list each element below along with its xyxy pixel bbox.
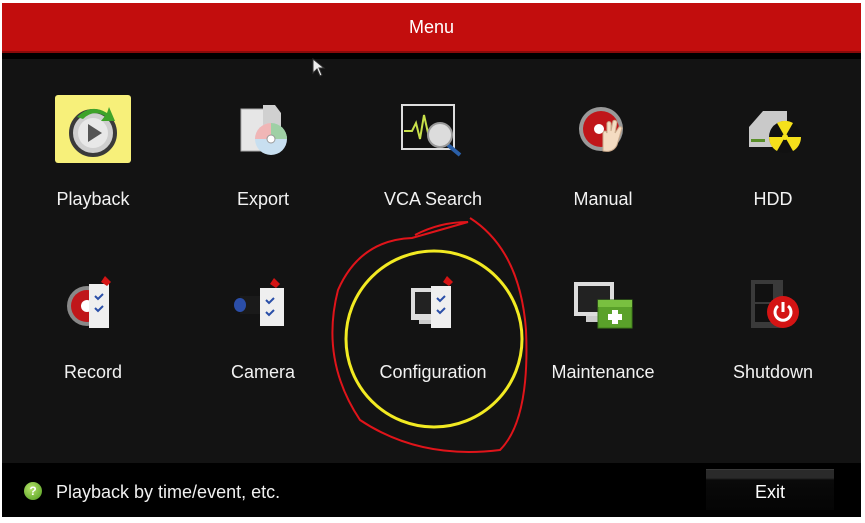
status-hint: Playback by time/event, etc. [56, 482, 281, 502]
vca-search-icon [393, 95, 473, 167]
menu-item-hdd[interactable]: HDD [688, 59, 858, 209]
menu-item-label: VCA Search [383, 189, 483, 209]
camera-settings-icon [223, 268, 303, 340]
manual-record-hand-icon [563, 95, 643, 167]
help-icon: ? [24, 482, 42, 500]
exit-button[interactable]: Exit [706, 469, 834, 510]
menu-item-vca-search[interactable]: VCA Search [348, 59, 518, 209]
menu-item-configuration[interactable]: Configuration [348, 232, 518, 382]
menu-item-label: Maintenance [551, 362, 655, 382]
menu-item-label: Record [63, 362, 123, 382]
playback-icon [55, 95, 131, 163]
shutdown-power-icon [733, 268, 813, 340]
menu-item-maintenance[interactable]: Maintenance [518, 232, 688, 382]
menu-item-label: Export [236, 189, 290, 209]
main-menu-window: Menu Playback Export VCA Search Manual H… [2, 3, 861, 517]
menu-item-label: Configuration [379, 362, 487, 382]
hdd-icon [733, 95, 813, 167]
menu-item-manual[interactable]: Manual [518, 59, 688, 209]
menu-item-label: Manual [573, 189, 633, 209]
menu-item-label: HDD [753, 189, 793, 209]
menu-item-label: Playback [56, 189, 130, 209]
status-bar: ? Playback by time/event, etc. Exit [2, 463, 861, 517]
menu-item-playback[interactable]: Playback [8, 59, 178, 209]
record-settings-icon [53, 268, 133, 340]
window-title: Menu [408, 17, 455, 37]
export-disc-icon [223, 95, 303, 167]
menu-item-label: Shutdown [732, 362, 814, 382]
mouse-cursor-icon [312, 58, 326, 77]
menu-grid: Playback Export VCA Search Manual HDD Re… [2, 59, 861, 459]
maintenance-toolbox-icon [563, 268, 643, 340]
menu-item-export[interactable]: Export [178, 59, 348, 209]
menu-item-camera[interactable]: Camera [178, 232, 348, 382]
menu-item-shutdown[interactable]: Shutdown [688, 232, 858, 382]
title-bar: Menu [2, 3, 861, 53]
configuration-icon [393, 268, 473, 340]
menu-item-record[interactable]: Record [8, 232, 178, 382]
menu-item-label: Camera [230, 362, 296, 382]
